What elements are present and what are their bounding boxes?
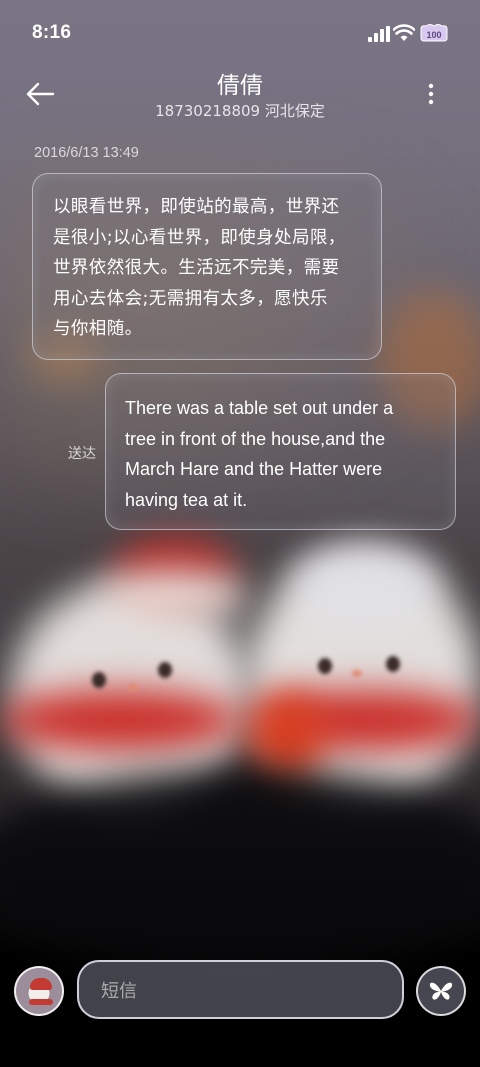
battery-icon: 100: [420, 24, 448, 42]
battery-level-text: 100: [426, 30, 441, 40]
contact-avatar[interactable]: [14, 966, 64, 1016]
message-input[interactable]: 短信: [77, 960, 404, 1019]
butterfly-send-icon: [429, 982, 453, 1000]
message-line: tree in front of the house,and the: [125, 428, 386, 449]
message-line: 是很小;以心看世界，即使身处局限，: [53, 227, 346, 248]
outgoing-message-bubble[interactable]: There was a table set out under a tree i…: [105, 373, 456, 530]
send-button[interactable]: [416, 966, 466, 1016]
delivery-status: 送达: [68, 446, 96, 462]
incoming-message-text: 以眼看世界，即使站的最高，世界还 是很小;以心看世界，即使身处局限， 世界依然很…: [53, 192, 363, 345]
contact-number-location: 18730218809 河北保定: [155, 102, 325, 120]
message-line: 以眼看世界，即使站的最高，世界还: [53, 197, 340, 217]
message-line: having tea at it.: [125, 489, 248, 510]
signal-icon: [368, 26, 390, 42]
message-line: March Hare and the Hatter were: [125, 459, 383, 479]
outgoing-message-text: There was a table set out under a tree i…: [125, 393, 439, 515]
message-input-placeholder: 短信: [101, 980, 137, 1002]
wifi-icon: [393, 24, 415, 41]
status-time: 8:16: [32, 22, 72, 43]
more-options-icon[interactable]: [418, 78, 444, 110]
incoming-message-bubble[interactable]: 以眼看世界，即使站的最高，世界还 是很小;以心看世界，即使身处局限， 世界依然很…: [32, 173, 382, 360]
message-line: There was a table set out under a: [125, 398, 394, 418]
message-line: 用心去体会;无需拥有太多，愿快乐: [53, 288, 328, 309]
message-timestamp: 2016/6/13 13:49: [34, 145, 139, 161]
status-bar: 8:16 100: [0, 0, 480, 68]
message-line: 世界依然很大。生活远不完美，需要: [53, 258, 340, 278]
contact-name: 倩倩: [217, 73, 263, 99]
message-line: 与你相随。: [53, 319, 143, 339]
